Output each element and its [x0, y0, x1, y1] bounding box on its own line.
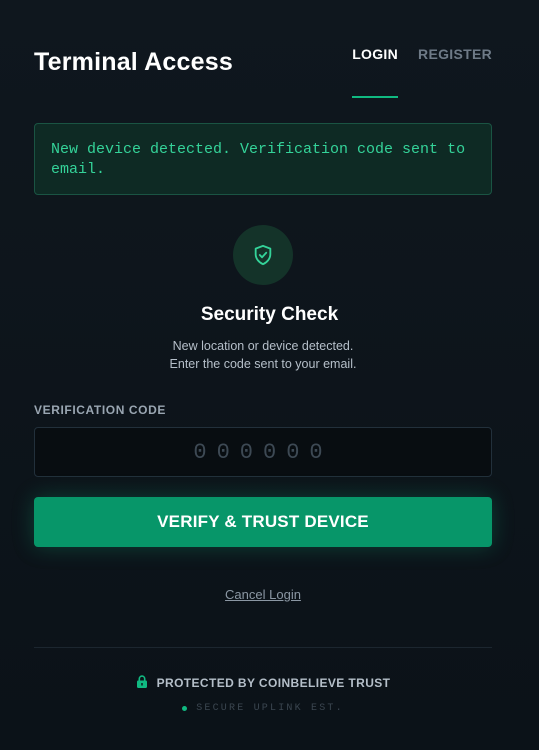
tab-register[interactable]: REGISTER — [418, 46, 492, 98]
secure-uplink-status: SECURE UPLINK EST. — [0, 703, 526, 714]
verify-trust-device-button[interactable]: VERIFY & TRUST DEVICE — [34, 497, 492, 547]
secure-uplink-text: SECURE UPLINK EST. — [196, 703, 344, 714]
tab-register-label: REGISTER — [418, 46, 492, 62]
verification-code-label: VERIFICATION CODE — [34, 403, 166, 417]
footer-divider — [34, 647, 492, 648]
security-desc-line-2: Enter the code sent to your email. — [169, 357, 357, 371]
security-check-title: Security Check — [200, 304, 339, 325]
shield-check-icon — [233, 225, 293, 285]
page-title: Terminal Access — [34, 48, 233, 76]
security-desc-line-1: New location or device detected. — [172, 339, 354, 353]
security-check-description: New location or device detected. Enter t… — [0, 337, 526, 373]
lock-icon — [136, 675, 148, 691]
tab-login[interactable]: LOGIN — [352, 46, 399, 98]
cancel-login-link[interactable]: Cancel Login — [0, 587, 526, 602]
verification-code-input[interactable] — [34, 427, 492, 477]
protected-by-text: PROTECTED BY COINBELIEVE TRUST — [156, 676, 391, 690]
alert-banner: New device detected. Verification code s… — [34, 123, 492, 195]
status-dot — [182, 706, 188, 711]
login-card: Terminal Access LOGIN REGISTER New devic… — [0, 0, 539, 750]
protected-by-notice: PROTECTED BY COINBELIEVE TRUST — [0, 675, 526, 691]
auth-tabs: LOGIN REGISTER — [352, 46, 492, 98]
active-tab-indicator — [352, 96, 399, 98]
tab-login-label: LOGIN — [352, 46, 399, 62]
